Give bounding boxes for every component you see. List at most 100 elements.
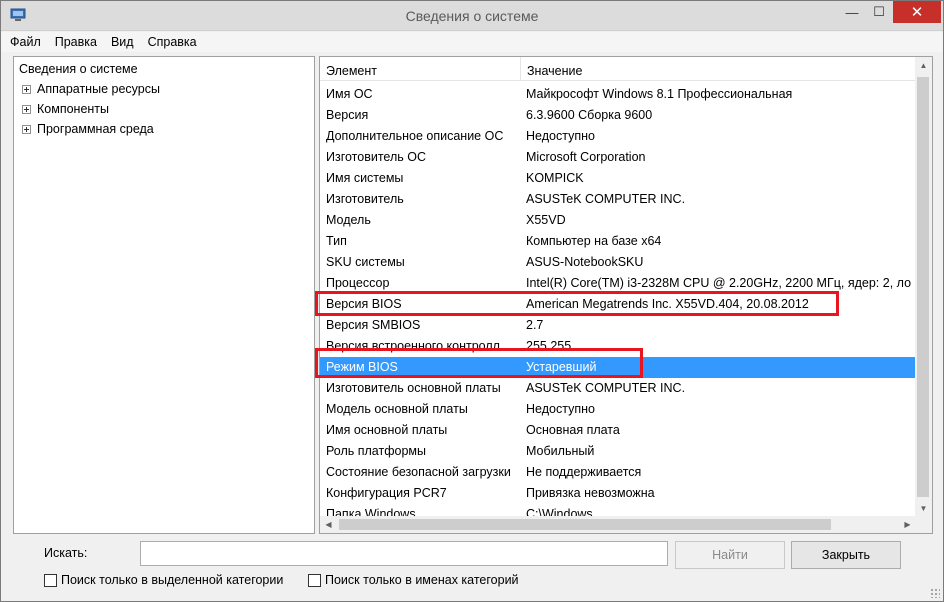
title-bar[interactable]: Сведения о системе — ☐ ✕ — [1, 1, 943, 31]
table-row[interactable]: Роль платформы Мобильный — [320, 441, 916, 462]
list-rows: Имя ОС Майкрософт Windows 8.1 Профессиона… — [320, 84, 916, 525]
cell-item: Изготовитель основной платы — [326, 381, 501, 395]
table-row[interactable]: Версия встроенного контролл... 255.255 — [320, 336, 916, 357]
cell-item: Тип — [326, 234, 347, 248]
horizontal-scroll-thumb[interactable] — [339, 519, 831, 530]
table-row[interactable]: Модель основной платы Недоступно — [320, 399, 916, 420]
cell-item: Версия SMBIOS — [326, 318, 421, 332]
cell-item: Имя ОС — [326, 87, 373, 101]
cell-item: Роль платформы — [326, 444, 426, 458]
cell-value: ASUSTeK COMPUTER INC. — [526, 192, 686, 206]
tree-item-label: Аппаратные ресурсы — [37, 82, 160, 96]
scroll-up-arrow-icon[interactable]: ▲ — [915, 57, 932, 74]
cell-value: 6.3.9600 Сборка 9600 — [526, 108, 653, 122]
cell-value: Устаревший — [526, 360, 597, 374]
cell-item: Конфигурация PCR7 — [326, 486, 447, 500]
table-row[interactable]: Версия BIOS American Megatrends Inc. X55V… — [320, 294, 916, 315]
cell-value: KOMPICK — [526, 171, 584, 185]
table-row[interactable]: Дополнительное описание ОС Недоступно — [320, 126, 916, 147]
table-row[interactable]: Модель X55VD — [320, 210, 916, 231]
cell-value: Компьютер на базе x64 — [526, 234, 662, 248]
table-row[interactable]: Версия SMBIOS 2.7 — [320, 315, 916, 336]
tree-item-components[interactable]: Компоненты — [22, 102, 109, 116]
cell-item: Изготовитель ОС — [326, 150, 426, 164]
expand-plus-icon[interactable] — [22, 104, 31, 114]
search-category-names-option[interactable]: Поиск только в именах категорий — [308, 573, 519, 587]
menu-help[interactable]: Справка — [148, 35, 197, 49]
cell-value: American Megatrends Inc. X55VD.404, 20.0… — [526, 297, 809, 311]
find-button[interactable]: Найти — [675, 541, 785, 569]
scroll-left-arrow-icon[interactable]: ◀ — [320, 516, 337, 533]
close-window-button[interactable]: ✕ — [893, 1, 941, 23]
cell-item: Дополнительное описание ОС — [326, 129, 504, 143]
cell-item: Процессор — [326, 276, 390, 290]
cell-value: Привязка невозможна — [526, 486, 655, 500]
cell-item: Режим BIOS — [326, 360, 398, 374]
horizontal-scrollbar[interactable]: ◀ ▶ — [320, 516, 916, 533]
expand-plus-icon[interactable] — [22, 84, 31, 94]
menu-bar: Файл Правка Вид Справка — [1, 32, 943, 52]
table-row[interactable]: Версия 6.3.9600 Сборка 9600 — [320, 105, 916, 126]
cell-value: Не поддерживается — [526, 465, 642, 479]
table-row[interactable]: Тип Компьютер на базе x64 — [320, 231, 916, 252]
checkbox[interactable] — [308, 573, 321, 587]
resize-grip-icon[interactable] — [930, 588, 940, 598]
table-row[interactable]: Конфигурация PCR7 Привязка невозможна — [320, 483, 916, 504]
column-header-item[interactable]: Элемент — [320, 57, 520, 81]
scrollbar-corner — [915, 516, 932, 533]
tree-item-software-environment[interactable]: Программная среда — [22, 122, 154, 136]
tree-item-label: Компоненты — [37, 102, 110, 116]
search-input[interactable] — [140, 541, 668, 566]
checkbox-label: Поиск только в выделенной категории — [61, 573, 284, 587]
search-selected-category-option[interactable]: Поиск только в выделенной категории — [44, 573, 283, 587]
table-row[interactable]: Имя основной платы Основная плата — [320, 420, 916, 441]
cell-value: Microsoft Corporation — [526, 150, 646, 164]
search-label: Искать: — [44, 546, 88, 560]
cell-value: ASUSTeK COMPUTER INC. — [526, 381, 686, 395]
menu-view[interactable]: Вид — [111, 35, 134, 49]
category-tree[interactable]: Сведения о системе Аппаратные ресурсы Ко… — [13, 56, 315, 534]
scroll-down-arrow-icon[interactable]: ▼ — [915, 500, 932, 517]
table-row[interactable]: Состояние безопасной загрузки Не поддержи… — [320, 462, 916, 483]
close-button[interactable]: Закрыть — [791, 541, 901, 569]
minimize-button[interactable]: — — [839, 1, 865, 23]
table-row[interactable]: Изготовитель ОС Microsoft Corporation — [320, 147, 916, 168]
table-row[interactable]: Имя ОС Майкрософт Windows 8.1 Профессиона… — [320, 84, 916, 105]
table-row[interactable]: Изготовитель ASUSTeK COMPUTER INC. — [320, 189, 916, 210]
maximize-button[interactable]: ☐ — [866, 1, 892, 23]
cell-item: Изготовитель — [326, 192, 404, 206]
cell-item: SKU системы — [326, 255, 405, 269]
table-row[interactable]: Процессор Intel(R) Core(TM) i3-2328M CPU … — [320, 273, 916, 294]
cell-item: Модель — [326, 213, 371, 227]
cell-value: Основная плата — [526, 423, 620, 437]
expand-plus-icon[interactable] — [22, 124, 31, 134]
table-row[interactable]: Режим BIOS Устаревший — [320, 357, 916, 378]
cell-item: Имя основной платы — [326, 423, 448, 437]
cell-value: Мобильный — [526, 444, 595, 458]
vertical-scrollbar[interactable]: ▲ ▼ — [915, 57, 932, 517]
scroll-right-arrow-icon[interactable]: ▶ — [899, 516, 916, 533]
checkbox[interactable] — [44, 573, 57, 587]
cell-value: X55VD — [526, 213, 566, 227]
cell-value: Недоступно — [526, 129, 595, 143]
cell-value: 2.7 — [526, 318, 544, 332]
window-title: Сведения о системе — [405, 8, 539, 24]
details-list[interactable]: Элемент Значение Имя ОС Майкрософт Window… — [319, 56, 933, 534]
menu-file[interactable]: Файл — [10, 35, 41, 49]
cell-value: Intel(R) Core(TM) i3-2328M CPU @ 2.20GHz… — [526, 276, 912, 290]
menu-edit[interactable]: Правка — [55, 35, 97, 49]
checkbox-label: Поиск только в именах категорий — [325, 573, 519, 587]
tree-item-hardware-resources[interactable]: Аппаратные ресурсы — [22, 82, 160, 96]
tree-root-system-summary[interactable]: Сведения о системе — [19, 62, 138, 76]
cell-item: Версия встроенного контролл... — [326, 339, 511, 353]
table-row[interactable]: SKU системы ASUS-NotebookSKU — [320, 252, 916, 273]
table-row[interactable]: Изготовитель основной платы ASUSTeK COMPU… — [320, 378, 916, 399]
cell-value: ASUS-NotebookSKU — [526, 255, 644, 269]
tree-item-label: Программная среда — [37, 122, 154, 136]
list-header: Элемент Значение — [320, 57, 916, 81]
cell-item: Имя системы — [326, 171, 404, 185]
table-row[interactable]: Имя системы KOMPICK — [320, 168, 916, 189]
vertical-scroll-thumb[interactable] — [917, 77, 929, 497]
cell-value: 255.255 — [526, 339, 572, 353]
column-header-value[interactable]: Значение — [520, 57, 916, 81]
